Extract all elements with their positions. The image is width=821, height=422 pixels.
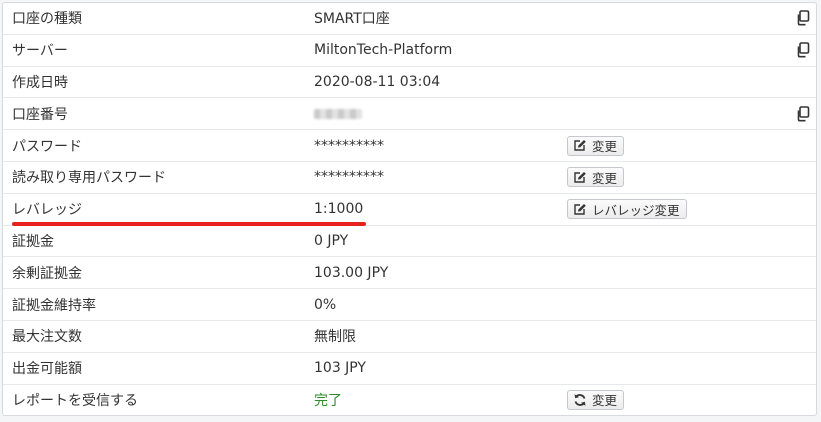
margin-level-label: 証拠金維持率: [12, 297, 96, 314]
edit-icon: [573, 203, 587, 216]
created-at-value: 2020-08-11 03:04: [314, 73, 441, 90]
change-report-setting-label: 変更: [592, 393, 618, 409]
row-margin: 証拠金 0 JPY: [3, 226, 816, 258]
created-at-label: 作成日時: [12, 74, 68, 91]
leverage-value: 1:1000: [314, 201, 364, 218]
receive-reports-label: レポートを受信する: [12, 392, 138, 409]
margin-label: 証拠金: [12, 233, 54, 250]
change-leverage-button[interactable]: レバレッジ変更: [567, 199, 687, 220]
withdrawable-label: 出金可能額: [12, 361, 82, 378]
margin-value: 0 JPY: [314, 232, 349, 249]
row-margin-level: 証拠金維持率 0%: [3, 289, 816, 321]
row-receive-reports: レポートを受信する 完了 変更: [3, 385, 816, 415]
change-leverage-label: レバレッジ変更: [592, 202, 680, 218]
row-withdrawable: 出金可能額 103 JPY: [3, 353, 816, 385]
row-server: サーバー MiltonTech-Platform: [3, 35, 816, 67]
row-created-at: 作成日時 2020-08-11 03:04: [3, 67, 816, 99]
account-type-value: SMART口座: [314, 11, 390, 28]
copy-icon[interactable]: [796, 42, 810, 58]
free-margin-label: 余剰証拠金: [12, 265, 82, 282]
edit-icon: [573, 171, 587, 184]
change-password-label: 変更: [592, 139, 618, 155]
readonly-password-label: 読み取り専用パスワード: [12, 170, 166, 187]
row-max-orders: 最大注文数 無制限: [3, 321, 816, 353]
max-orders-value: 無制限: [314, 329, 356, 346]
account-number-value-redacted: [314, 109, 362, 120]
account-info-table: 口座の種類 SMART口座 サーバー MiltonTech-Platform 作…: [2, 2, 817, 416]
readonly-password-value: **********: [314, 169, 384, 186]
row-account-type: 口座の種類 SMART口座: [3, 3, 816, 35]
change-report-setting-button[interactable]: 変更: [567, 389, 625, 410]
row-leverage: レバレッジ 1:1000 レバレッジ変更: [3, 194, 816, 226]
edit-icon: [573, 139, 587, 152]
row-free-margin: 余剰証拠金 103.00 JPY: [3, 257, 816, 290]
row-readonly-password: 読み取り専用パスワード ********** 変更: [3, 162, 816, 194]
max-orders-label: 最大注文数: [12, 329, 82, 346]
password-value: **********: [314, 137, 384, 154]
account-type-label: 口座の種類: [12, 11, 82, 28]
row-password: パスワード ********** 変更: [3, 130, 816, 162]
server-value: MiltonTech-Platform: [314, 42, 453, 59]
margin-level-value: 0%: [314, 296, 337, 313]
copy-icon[interactable]: [796, 10, 810, 26]
free-margin-value: 103.00 JPY: [314, 264, 389, 281]
receive-reports-status: 完了: [314, 392, 342, 409]
withdrawable-value: 103 JPY: [314, 360, 366, 377]
row-account-number: 口座番号: [3, 98, 816, 131]
password-label: パスワード: [12, 138, 82, 155]
server-label: サーバー: [12, 43, 68, 60]
change-password-button[interactable]: 変更: [567, 135, 625, 156]
refresh-icon: [573, 393, 587, 407]
leverage-label: レバレッジ: [12, 202, 82, 219]
account-number-label: 口座番号: [12, 106, 68, 123]
leverage-highlight-underline: [12, 222, 366, 226]
change-readonly-password-label: 変更: [592, 170, 618, 186]
copy-icon[interactable]: [796, 105, 810, 122]
change-readonly-password-button[interactable]: 変更: [567, 167, 625, 188]
